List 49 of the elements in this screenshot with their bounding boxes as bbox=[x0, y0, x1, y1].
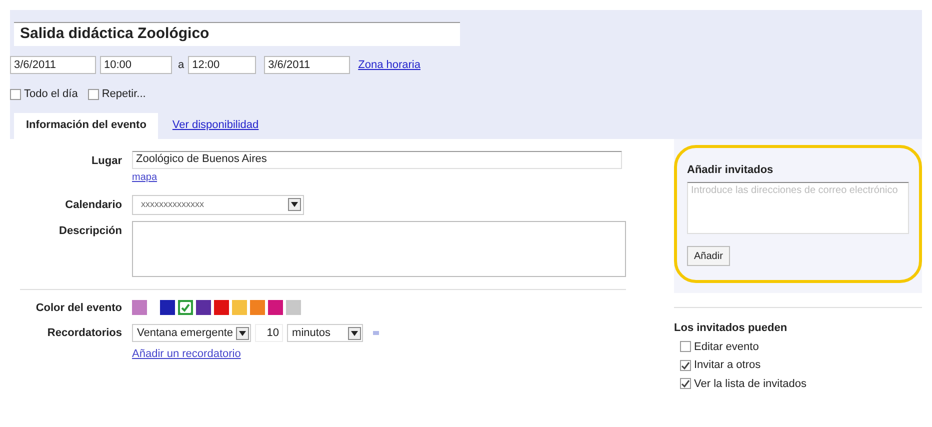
guests-title: Añadir invitados bbox=[687, 162, 774, 178]
start-date-field[interactable]: 3/6/2011 bbox=[10, 56, 96, 74]
calendar-label: Calendario bbox=[64, 198, 122, 212]
color-swatch[interactable] bbox=[268, 300, 283, 316]
tab[interactable]: Ver disponibilidad bbox=[158, 112, 273, 138]
checkbox[interactable] bbox=[10, 88, 21, 100]
permission-label: Invitar a otros bbox=[694, 358, 761, 373]
checkbox[interactable] bbox=[88, 88, 99, 100]
reminder-unit-select[interactable]: minutos bbox=[287, 324, 364, 342]
caret-icon bbox=[236, 326, 250, 340]
permissions-title: Los invitados pueden bbox=[674, 321, 788, 336]
end-time-field[interactable]: 12:00 bbox=[188, 56, 256, 74]
color-swatch[interactable] bbox=[196, 300, 211, 316]
reminders-label: Recordatorios bbox=[46, 326, 122, 341]
tab[interactable]: Información del evento bbox=[14, 112, 158, 138]
description-label: Descripción bbox=[58, 224, 122, 238]
place-label: Lugar bbox=[90, 154, 122, 168]
color-swatch[interactable] bbox=[214, 300, 229, 316]
color-swatch[interactable] bbox=[178, 300, 193, 316]
option-label: Todo el día bbox=[24, 87, 78, 102]
start-time-field[interactable]: 10:00 bbox=[100, 56, 172, 74]
description-field[interactable] bbox=[132, 220, 626, 276]
checkbox[interactable] bbox=[680, 360, 691, 371]
reminder-method-select[interactable]: Ventana emergente bbox=[132, 324, 252, 342]
color-swatch[interactable] bbox=[160, 300, 175, 316]
end-date-field[interactable]: 3/6/2011 bbox=[264, 56, 350, 74]
caret-icon bbox=[348, 326, 362, 340]
guests-field[interactable]: Introduce las direcciones de correo electrónico bbox=[687, 182, 909, 234]
timezone-link[interactable]: Zona horaria bbox=[358, 56, 420, 74]
caret-icon bbox=[288, 198, 301, 211]
add-guests-button[interactable]: Añadir bbox=[687, 246, 730, 266]
color-swatch[interactable] bbox=[286, 300, 301, 316]
color-swatch[interactable] bbox=[132, 300, 147, 316]
color-swatch[interactable] bbox=[250, 300, 265, 316]
add-reminder-link[interactable]: Añadir un recordatorio bbox=[132, 346, 241, 362]
map-link[interactable]: mapa bbox=[132, 170, 158, 184]
place-field[interactable]: Zoológico de Buenos Aires bbox=[132, 150, 622, 168]
reminder-amount-field[interactable]: 10 bbox=[255, 324, 284, 342]
title-field[interactable]: Salida didáctica Zoológico bbox=[14, 22, 460, 46]
permission-label: Editar evento bbox=[694, 340, 759, 354]
remove-icon[interactable] bbox=[373, 331, 380, 335]
permission-label: Ver la lista de invitados bbox=[694, 376, 807, 392]
color-label: Color del evento bbox=[34, 300, 122, 316]
separator-text: a bbox=[178, 58, 184, 73]
checkbox[interactable] bbox=[680, 341, 691, 352]
checkbox[interactable] bbox=[680, 378, 691, 390]
option-label: Repetir... bbox=[102, 87, 146, 102]
calendar-select[interactable]: xxxxxxxxxxxxxx bbox=[132, 194, 304, 214]
color-swatch[interactable] bbox=[232, 300, 247, 316]
